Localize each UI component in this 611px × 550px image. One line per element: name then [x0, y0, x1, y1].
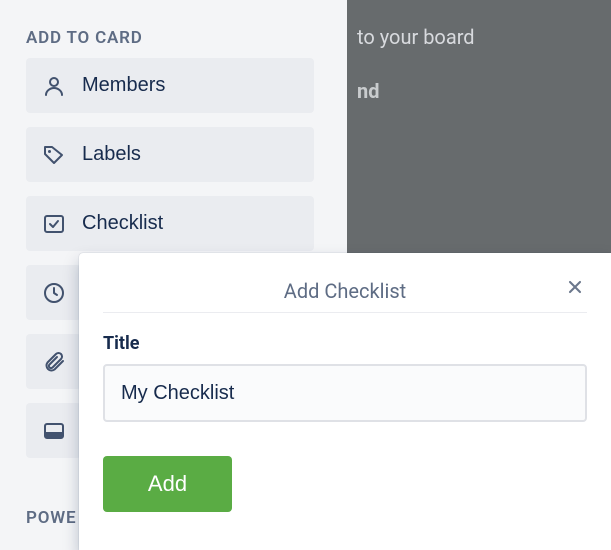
checklist-button[interactable]: Checklist [26, 196, 314, 251]
board-backdrop: to your board nd [347, 0, 611, 253]
backdrop-text-line1: to your board [357, 24, 601, 50]
person-icon [40, 72, 68, 100]
add-button[interactable]: Add [103, 456, 232, 512]
add-checklist-popover: Add Checklist Title Add [79, 253, 611, 550]
due-date-button[interactable] [26, 265, 81, 320]
backdrop-text-line2: nd [357, 78, 601, 104]
members-button[interactable]: Members [26, 58, 314, 113]
labels-button[interactable]: Labels [26, 127, 314, 182]
checklist-label: Checklist [82, 212, 163, 235]
power-ups-heading: POWER-UPS [26, 508, 76, 528]
cover-button[interactable] [26, 403, 81, 458]
checklist-title-input[interactable] [103, 364, 587, 422]
popover-header: Add Checklist [103, 269, 587, 313]
title-field-label: Title [103, 333, 587, 354]
tag-icon [40, 141, 68, 169]
add-to-card-heading: ADD TO CARD [0, 0, 347, 58]
labels-label: Labels [82, 143, 141, 166]
close-button[interactable] [559, 271, 591, 303]
close-icon [565, 277, 585, 297]
clock-icon [40, 279, 68, 307]
checklist-icon [40, 210, 68, 238]
popover-title: Add Checklist [284, 279, 406, 303]
members-label: Members [82, 74, 165, 97]
attachment-button[interactable] [26, 334, 81, 389]
cover-icon [40, 417, 68, 445]
attachment-icon [40, 348, 68, 376]
